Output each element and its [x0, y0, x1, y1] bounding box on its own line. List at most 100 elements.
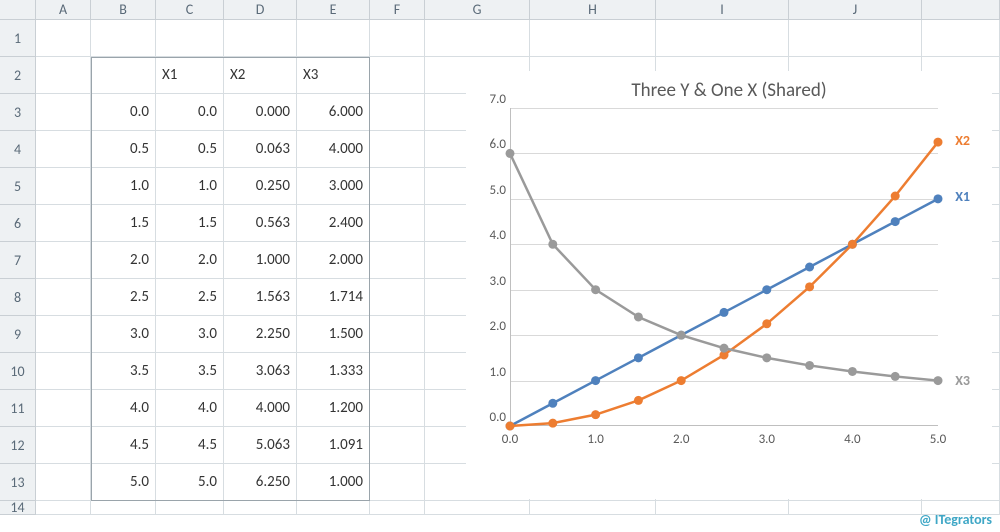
row-header-13[interactable]: 13 — [0, 464, 36, 501]
cell-E14[interactable] — [297, 501, 370, 515]
cell-B11[interactable]: 4.0 — [91, 390, 156, 427]
cell-A11[interactable] — [36, 390, 91, 427]
cell-I14[interactable] — [656, 501, 789, 515]
cell-A7[interactable] — [36, 242, 91, 279]
cell-D13[interactable]: 6.250 — [224, 464, 297, 501]
cell-D9[interactable]: 2.250 — [224, 316, 297, 353]
spreadsheet-view[interactable]: A B C D E F G H I J 1 2 3 4 5 6 7 8 9 10… — [0, 0, 1000, 532]
cell-C9[interactable]: 3.0 — [156, 316, 224, 353]
cell-E8[interactable]: 1.714 — [297, 279, 370, 316]
cell-B5[interactable]: 1.0 — [91, 168, 156, 205]
cell-F9[interactable] — [370, 316, 425, 353]
cell-F8[interactable] — [370, 279, 425, 316]
cell-F2[interactable] — [370, 57, 425, 94]
cell-E9[interactable]: 1.500 — [297, 316, 370, 353]
cell-J1[interactable] — [789, 20, 922, 57]
cell-F4[interactable] — [370, 131, 425, 168]
cell-C12[interactable]: 4.5 — [156, 427, 224, 464]
cell-C3[interactable]: 0.0 — [156, 94, 224, 131]
cell-H1[interactable] — [530, 20, 656, 57]
cell-D8[interactable]: 1.563 — [224, 279, 297, 316]
cell-E6[interactable]: 2.400 — [297, 205, 370, 242]
cell-A6[interactable] — [36, 205, 91, 242]
cell-E5[interactable]: 3.000 — [297, 168, 370, 205]
cell-A4[interactable] — [36, 131, 91, 168]
row-header-10[interactable]: 10 — [0, 353, 36, 390]
cell-E10[interactable]: 1.333 — [297, 353, 370, 390]
cell-B14[interactable] — [91, 501, 156, 515]
row-header-4[interactable]: 4 — [0, 131, 36, 168]
cell-F5[interactable] — [370, 168, 425, 205]
col-header-B[interactable]: B — [91, 0, 156, 20]
cell-A2[interactable] — [36, 57, 91, 94]
cell-D7[interactable]: 1.000 — [224, 242, 297, 279]
cell-A8[interactable] — [36, 279, 91, 316]
col-header-E[interactable]: E — [297, 0, 370, 20]
cell-D4[interactable]: 0.063 — [224, 131, 297, 168]
row-header-8[interactable]: 8 — [0, 279, 36, 316]
cell-J14[interactable] — [789, 501, 922, 515]
col-header-F[interactable]: F — [370, 0, 425, 20]
cell-C6[interactable]: 1.5 — [156, 205, 224, 242]
cell-E2[interactable]: X3 — [297, 57, 370, 94]
cell-F14[interactable] — [370, 501, 425, 515]
row-header-11[interactable]: 11 — [0, 390, 36, 427]
cell-B4[interactable]: 0.5 — [91, 131, 156, 168]
cell-K1[interactable] — [922, 20, 1000, 57]
cell-A14[interactable] — [36, 501, 91, 515]
row-header-2[interactable]: 2 — [0, 57, 36, 94]
cell-F1[interactable] — [370, 20, 425, 57]
cell-D14[interactable] — [224, 501, 297, 515]
cell-D12[interactable]: 5.063 — [224, 427, 297, 464]
cell-F12[interactable] — [370, 427, 425, 464]
cell-A3[interactable] — [36, 94, 91, 131]
col-header-I[interactable]: I — [656, 0, 789, 20]
col-header-extra[interactable] — [922, 0, 1000, 20]
cell-B6[interactable]: 1.5 — [91, 205, 156, 242]
col-header-H[interactable]: H — [530, 0, 656, 20]
cell-D10[interactable]: 3.063 — [224, 353, 297, 390]
cell-B10[interactable]: 3.5 — [91, 353, 156, 390]
row-header-9[interactable]: 9 — [0, 316, 36, 353]
cell-A13[interactable] — [36, 464, 91, 501]
cell-C1[interactable] — [156, 20, 224, 57]
cell-F11[interactable] — [370, 390, 425, 427]
cell-D6[interactable]: 0.563 — [224, 205, 297, 242]
cell-B8[interactable]: 2.5 — [91, 279, 156, 316]
cell-E12[interactable]: 1.091 — [297, 427, 370, 464]
cell-E7[interactable]: 2.000 — [297, 242, 370, 279]
cell-F3[interactable] — [370, 94, 425, 131]
cell-B3[interactable]: 0.0 — [91, 94, 156, 131]
cell-H14[interactable] — [530, 501, 656, 515]
cell-C14[interactable] — [156, 501, 224, 515]
cell-C13[interactable]: 5.0 — [156, 464, 224, 501]
cell-C10[interactable]: 3.5 — [156, 353, 224, 390]
cell-C11[interactable]: 4.0 — [156, 390, 224, 427]
selectall-corner[interactable] — [0, 0, 36, 20]
cell-E3[interactable]: 6.000 — [297, 94, 370, 131]
cell-E13[interactable]: 1.000 — [297, 464, 370, 501]
cell-D2[interactable]: X2 — [224, 57, 297, 94]
cell-D3[interactable]: 0.000 — [224, 94, 297, 131]
cell-C8[interactable]: 2.5 — [156, 279, 224, 316]
cell-D1[interactable] — [224, 20, 297, 57]
cell-F7[interactable] — [370, 242, 425, 279]
cell-C2[interactable]: X1 — [156, 57, 224, 94]
cell-A9[interactable] — [36, 316, 91, 353]
cell-A10[interactable] — [36, 353, 91, 390]
cell-B7[interactable]: 2.0 — [91, 242, 156, 279]
cell-C7[interactable]: 2.0 — [156, 242, 224, 279]
col-header-J[interactable]: J — [789, 0, 922, 20]
cell-F13[interactable] — [370, 464, 425, 501]
row-header-6[interactable]: 6 — [0, 205, 36, 242]
embedded-chart[interactable]: Three Y & One X (Shared) 0.01.02.03.04.0… — [466, 71, 992, 499]
cell-E11[interactable]: 1.200 — [297, 390, 370, 427]
cell-D11[interactable]: 4.000 — [224, 390, 297, 427]
row-header-12[interactable]: 12 — [0, 427, 36, 464]
col-header-A[interactable]: A — [36, 0, 91, 20]
col-header-C[interactable]: C — [156, 0, 224, 20]
row-header-3[interactable]: 3 — [0, 94, 36, 131]
cell-C5[interactable]: 1.0 — [156, 168, 224, 205]
cell-B9[interactable]: 3.0 — [91, 316, 156, 353]
cell-A12[interactable] — [36, 427, 91, 464]
